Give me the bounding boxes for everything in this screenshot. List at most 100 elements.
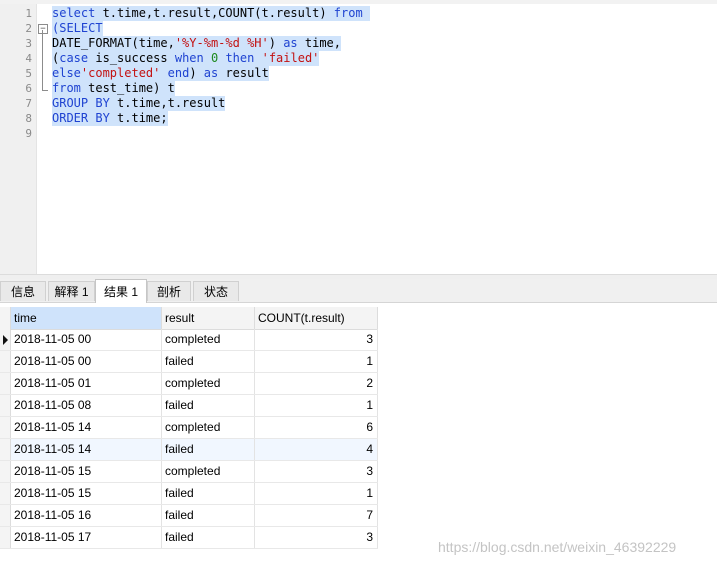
cell-result[interactable]: failed xyxy=(162,439,255,460)
line-number: 9 xyxy=(25,127,32,140)
code-line: 8 ORDER BY t.time; xyxy=(0,111,717,126)
cell-time[interactable]: 2018-11-05 17 xyxy=(11,527,162,548)
row-indicator[interactable] xyxy=(0,395,11,416)
cell-result[interactable]: completed xyxy=(162,373,255,394)
cell-time[interactable]: 2018-11-05 01 xyxy=(11,373,162,394)
line-number: 1 xyxy=(25,7,32,20)
tab-explain-1[interactable]: 解释 1 xyxy=(48,281,95,301)
table-row[interactable]: 2018-11-05 15 completed 3 xyxy=(0,461,378,483)
cell-count[interactable]: 2 xyxy=(255,373,378,394)
cell-count[interactable]: 1 xyxy=(255,351,378,372)
cell-count[interactable]: 1 xyxy=(255,395,378,416)
cell-count[interactable]: 7 xyxy=(255,505,378,526)
code-token: t.time,t.result,COUNT(t.result) xyxy=(95,6,334,20)
code-token: time, xyxy=(297,36,342,50)
cell-result[interactable]: failed xyxy=(162,527,255,548)
cell-time[interactable]: 2018-11-05 15 xyxy=(11,483,162,504)
table-row[interactable]: 2018-11-05 17 failed 3 xyxy=(0,527,378,549)
code-token: ) xyxy=(189,66,204,80)
line-number: 5 xyxy=(25,67,32,80)
code-token: ) xyxy=(268,36,284,50)
column-header-time[interactable]: time xyxy=(11,307,162,329)
code-text: from test_time) t xyxy=(52,81,175,96)
line-number: 7 xyxy=(25,97,32,110)
code-line: 6 from test_time) t xyxy=(0,81,717,96)
row-indicator[interactable] xyxy=(0,527,11,548)
cell-count[interactable]: 3 xyxy=(255,527,378,548)
code-token: 'failed' xyxy=(261,51,320,65)
table-row[interactable]: 2018-11-05 16 failed 7 xyxy=(0,505,378,527)
code-token: t.time,t.result xyxy=(109,96,226,110)
tab-profile[interactable]: 剖析 xyxy=(147,281,191,301)
cell-time[interactable]: 2018-11-05 08 xyxy=(11,395,162,416)
row-indicator[interactable] xyxy=(0,417,11,438)
table-row[interactable]: 2018-11-05 15 failed 1 xyxy=(0,483,378,505)
table-row[interactable]: 2018-11-05 00 completed 3 xyxy=(0,329,378,351)
cell-result[interactable]: completed xyxy=(162,461,255,482)
cell-count[interactable]: 3 xyxy=(255,461,378,482)
cell-result[interactable]: failed xyxy=(162,351,255,372)
code-token: ORDER BY xyxy=(52,111,110,125)
column-header-result[interactable]: result xyxy=(162,307,255,329)
cell-count[interactable]: 3 xyxy=(255,329,378,350)
cell-count[interactable]: 4 xyxy=(255,439,378,460)
result-tab-bar: 信息 解释 1 结果 1 剖析 状态 xyxy=(0,279,717,303)
code-text: GROUP BY t.time,t.result xyxy=(52,96,226,111)
code-token: test_time) t xyxy=(80,81,175,95)
code-line: 3 DATE_FORMAT(time,'%Y-%m-%d %H') as time… xyxy=(0,36,717,51)
cell-result[interactable]: completed xyxy=(162,417,255,438)
cell-count[interactable]: 1 xyxy=(255,483,378,504)
cell-time[interactable]: 2018-11-05 15 xyxy=(11,461,162,482)
cell-time[interactable]: 2018-11-05 00 xyxy=(11,351,162,372)
code-token: is_success xyxy=(88,51,175,65)
cell-time[interactable]: 2018-11-05 14 xyxy=(11,439,162,460)
row-indicator[interactable] xyxy=(0,461,11,482)
cell-time[interactable]: 2018-11-05 16 xyxy=(11,505,162,526)
table-row[interactable]: 2018-11-05 08 failed 1 xyxy=(0,395,378,417)
row-indicator[interactable] xyxy=(0,483,11,504)
fold-guide xyxy=(42,30,43,90)
cell-result[interactable]: failed xyxy=(162,505,255,526)
table-row[interactable]: 2018-11-05 00 failed 1 xyxy=(0,351,378,373)
table-row[interactable]: 2018-11-05 14 completed 6 xyxy=(0,417,378,439)
row-indicator[interactable] xyxy=(0,373,11,394)
code-text: DATE_FORMAT(time,'%Y-%m-%d %H') as time, xyxy=(52,36,342,51)
row-indicator[interactable] xyxy=(0,351,11,372)
code-text: (SELECT xyxy=(52,21,103,36)
line-number: 6 xyxy=(25,82,32,95)
line-number: 4 xyxy=(25,52,32,65)
line-number: 2 xyxy=(25,22,32,35)
row-indicator[interactable] xyxy=(0,439,11,460)
code-token: end xyxy=(167,66,190,80)
cell-result[interactable]: failed xyxy=(162,483,255,504)
table-row[interactable]: 2018-11-05 01 completed 2 xyxy=(0,373,378,395)
code-token: when xyxy=(174,51,204,65)
fold-toggle-icon[interactable]: − xyxy=(38,24,48,34)
column-header-count[interactable]: COUNT(t.result) xyxy=(255,307,378,329)
current-row-arrow-icon xyxy=(3,335,8,345)
code-line: 5 else'completed' end) as result xyxy=(0,66,717,81)
tab-info[interactable]: 信息 xyxy=(0,281,46,301)
code-token: from xyxy=(333,6,363,20)
tab-status[interactable]: 状态 xyxy=(193,281,239,301)
code-token: (SELECT xyxy=(52,21,103,35)
cell-time[interactable]: 2018-11-05 00 xyxy=(11,329,162,350)
cell-time[interactable]: 2018-11-05 14 xyxy=(11,417,162,438)
editor-top-border xyxy=(0,0,717,4)
code-line: 4 (case is_success when 0 then 'failed' xyxy=(0,51,717,66)
sql-editor[interactable]: 1 select t.time,t.result,COUNT(t.result) … xyxy=(0,0,717,274)
code-token: t.time; xyxy=(109,111,168,125)
cell-count[interactable]: 6 xyxy=(255,417,378,438)
row-indicator[interactable] xyxy=(0,329,11,350)
row-indicator[interactable] xyxy=(0,505,11,526)
cell-result[interactable]: failed xyxy=(162,395,255,416)
cell-result[interactable]: completed xyxy=(162,329,255,350)
table-row[interactable]: 2018-11-05 14 failed 4 xyxy=(0,439,378,461)
code-text: (case is_success when 0 then 'failed' xyxy=(52,51,320,66)
grid-header: time result COUNT(t.result) xyxy=(0,307,378,330)
tab-result-1[interactable]: 结果 1 xyxy=(95,279,147,303)
row-header-corner xyxy=(0,307,11,329)
code-token: select xyxy=(52,6,96,20)
